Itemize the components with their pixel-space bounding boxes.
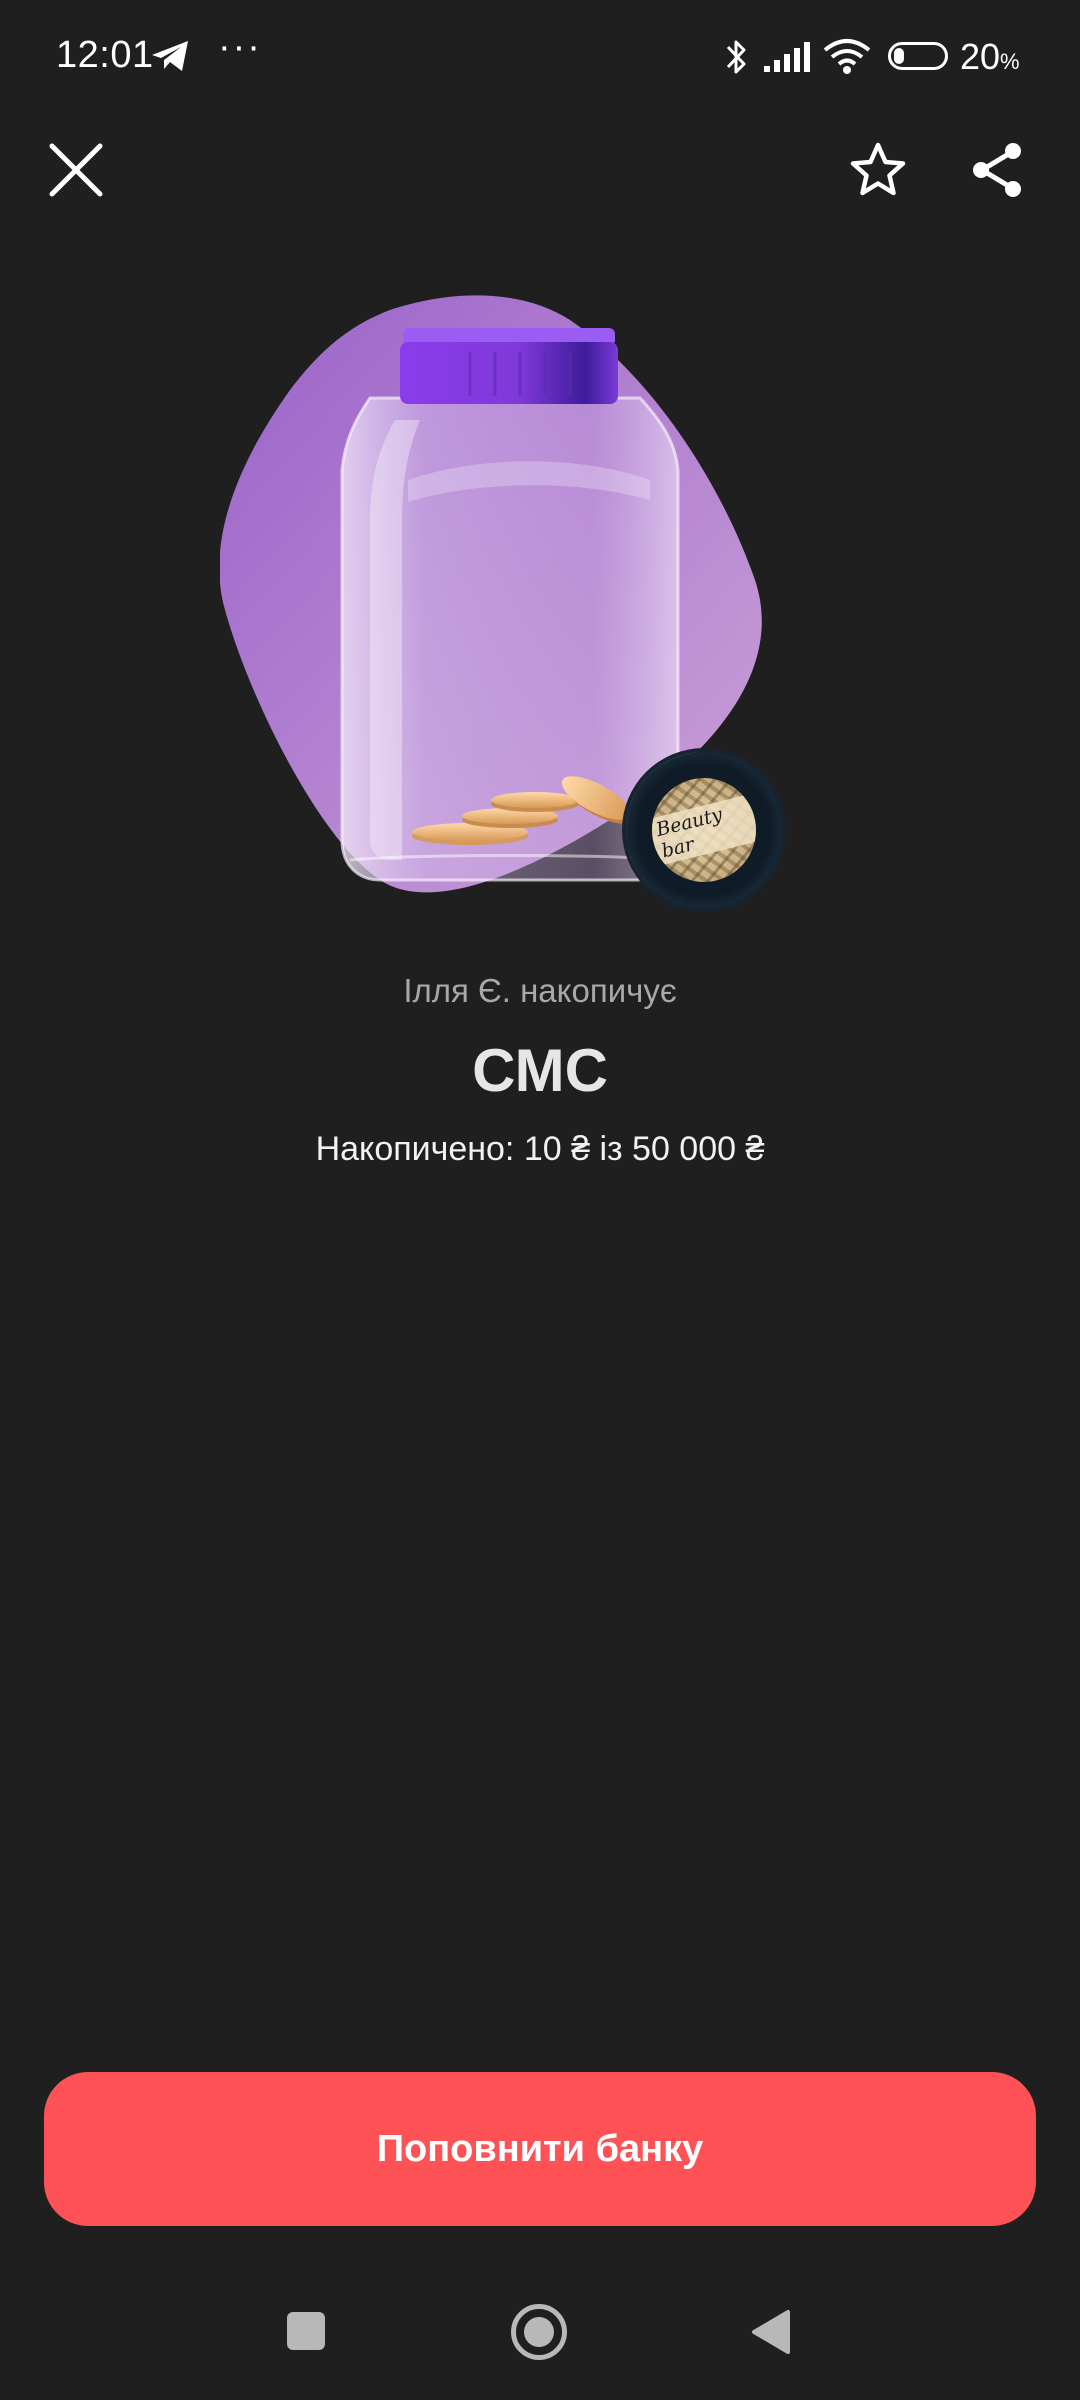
share-icon [973,143,1021,197]
battery-percentage: 20% [960,36,1020,77]
top-up-jar-button[interactable]: Поповнити банку [44,2072,1036,2226]
jar-title: СМС [472,1037,608,1104]
status-bar: 12:01 ··· 20% [0,0,1080,110]
star-icon [850,142,906,196]
telegram-icon [152,41,188,71]
bluetooth-icon [726,40,746,74]
jar-avatar: Beauty bar [626,752,782,908]
avatar-image: Beauty bar [652,778,756,882]
jar-screen: 12:01 ··· 20% Beauty bar Ілля Є. накопич… [0,0,1080,2400]
jar-owner-line: Ілля Є. накопичує [403,972,677,1009]
favorite-button[interactable] [838,130,918,210]
wifi-icon [823,39,871,74]
status-time: 12:01 [56,34,154,76]
close-button[interactable] [36,130,116,210]
battery-icon [888,42,948,70]
jar-lid [400,342,618,404]
battery-level-fill [894,48,904,64]
system-nav-bar [0,2290,1080,2400]
back-button[interactable] [750,2308,792,2356]
recent-apps-button[interactable] [287,2312,325,2350]
share-button[interactable] [958,130,1038,210]
avatar-logo-text: Beauty bar [652,794,756,866]
signal-icon [764,42,810,72]
close-icon [49,143,103,197]
home-button[interactable] [511,2304,567,2360]
jar-progress-text: Накопичено: 10 ₴ із 50 000 ₴ [315,1130,765,1168]
more-notifications-icon: ··· [218,26,262,68]
